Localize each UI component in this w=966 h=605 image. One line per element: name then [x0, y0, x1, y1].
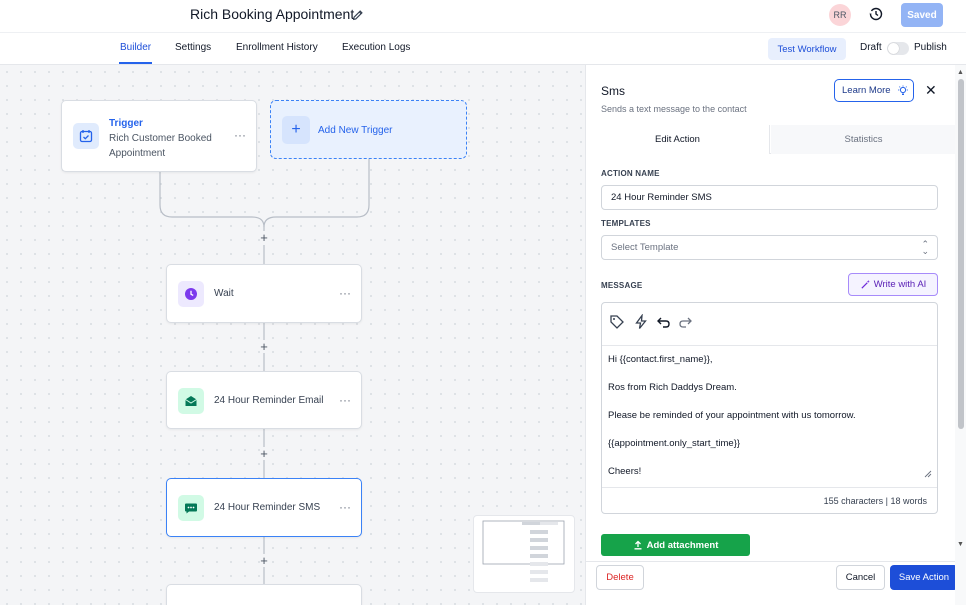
scrollbar-thumb[interactable]	[958, 79, 964, 429]
tab-statistics[interactable]: Statistics	[771, 125, 956, 154]
node-menu-icon[interactable]: ···	[339, 286, 351, 300]
step-node-next[interactable]	[166, 584, 362, 605]
close-icon[interactable]: ✕	[925, 82, 937, 99]
minimap-preview	[482, 520, 565, 582]
panel-subtitle: Sends a text message to the contact	[601, 104, 747, 114]
scroll-up-icon[interactable]: ▲	[957, 69, 964, 76]
action-name-label: ACTION NAME	[601, 169, 660, 178]
publish-label: Publish	[914, 42, 947, 53]
calendar-check-icon	[73, 123, 99, 149]
minimap[interactable]	[473, 515, 575, 593]
top-bar: Rich Booking Appointment RR Saved	[0, 0, 966, 32]
action-panel: Sms Sends a text message to the contact …	[585, 65, 958, 605]
publish-toggle[interactable]	[887, 42, 909, 55]
avatar[interactable]: RR	[829, 4, 851, 26]
node-menu-icon[interactable]: ···	[234, 128, 246, 142]
message-line: Hi {{contact.first_name}},	[608, 354, 713, 365]
step-node-email[interactable]: 24 Hour Reminder Email ···	[166, 371, 362, 429]
tag-icon[interactable]	[609, 314, 625, 330]
undo-icon[interactable]	[656, 314, 672, 330]
message-line: Please be reminded of your appointment w…	[608, 410, 856, 421]
write-with-ai-button[interactable]: Write with AI	[848, 273, 938, 296]
learn-more-label: Learn More	[842, 85, 891, 96]
draft-label: Draft	[860, 42, 882, 53]
trigger-title: Trigger	[109, 118, 143, 129]
message-label: MESSAGE	[601, 281, 643, 290]
test-workflow-button[interactable]: Test Workflow	[768, 38, 846, 60]
template-select[interactable]: Select Template ⌃ ⌄	[601, 235, 938, 260]
save-action-button[interactable]: Save Action	[890, 565, 958, 590]
write-with-ai-label: Write with AI	[873, 279, 927, 290]
step-label: 24 Hour Reminder Email	[214, 395, 324, 406]
saved-button[interactable]: Saved	[901, 3, 943, 27]
character-count: 155 characters | 18 words	[823, 496, 927, 506]
panel-title: Sms	[601, 84, 625, 98]
workflow-title: Rich Booking Appointment	[190, 6, 355, 22]
tab-settings[interactable]: Settings	[175, 42, 211, 53]
scroll-down-icon[interactable]: ▼	[957, 541, 964, 548]
editor-toolbar	[602, 303, 937, 346]
pencil-icon[interactable]	[351, 8, 365, 22]
node-menu-icon[interactable]: ···	[339, 500, 351, 514]
step-node-sms-selected[interactable]: 24 Hour Reminder SMS ···	[166, 478, 362, 537]
redo-icon[interactable]	[677, 314, 693, 330]
upload-icon	[634, 540, 642, 550]
clock-icon	[178, 281, 204, 307]
learn-more-button[interactable]: Learn More	[834, 79, 914, 102]
sms-icon	[178, 495, 204, 521]
plus-icon: +	[282, 116, 310, 144]
active-tab-indicator	[119, 62, 152, 64]
add-new-trigger[interactable]: + Add New Trigger	[270, 100, 467, 159]
add-step-plus[interactable]: +	[258, 446, 270, 461]
add-attachment-button[interactable]: Add attachment	[601, 534, 750, 556]
history-icon[interactable]	[868, 6, 884, 22]
step-node-wait[interactable]: Wait ···	[166, 264, 362, 323]
tab-edit-action[interactable]: Edit Action	[586, 125, 770, 154]
panel-footer: Delete Cancel Save Action	[586, 561, 958, 605]
workflow-nav: Builder Settings Enrollment History Exec…	[0, 32, 966, 65]
add-attachment-label: Add attachment	[646, 539, 719, 551]
delete-button[interactable]: Delete	[596, 565, 644, 590]
tab-enrollment-history[interactable]: Enrollment History	[236, 42, 318, 53]
resize-handle-icon[interactable]	[924, 470, 932, 478]
email-icon	[178, 388, 204, 414]
lightning-icon[interactable]	[633, 314, 649, 330]
add-step-plus[interactable]: +	[258, 553, 270, 568]
add-step-plus[interactable]: +	[258, 339, 270, 354]
add-trigger-label: Add New Trigger	[318, 125, 393, 136]
panel-scrollbar[interactable]: ▲ ▼	[955, 65, 966, 605]
trigger-node[interactable]: Trigger Rich Customer Booked Appointment…	[61, 100, 257, 172]
chevron-up-down-icon: ⌃ ⌄	[921, 239, 929, 256]
templates-label: TEMPLATES	[601, 219, 651, 228]
add-step-plus[interactable]: +	[258, 230, 270, 245]
tab-execution-logs[interactable]: Execution Logs	[342, 42, 410, 53]
message-editor[interactable]: Hi {{contact.first_name}}, Ros from Rich…	[601, 302, 938, 514]
trigger-subtitle: Rich Customer Booked Appointment	[109, 133, 212, 159]
message-line: {{appointment.only_start_time}}	[608, 438, 741, 449]
message-line: Cheers!	[608, 466, 642, 477]
cancel-button[interactable]: Cancel	[836, 565, 885, 590]
lightbulb-icon	[897, 85, 908, 95]
action-name-input[interactable]: 24 Hour Reminder SMS	[601, 185, 938, 210]
magic-wand-icon	[861, 279, 870, 289]
step-label: 24 Hour Reminder SMS	[214, 502, 321, 513]
workflow-canvas[interactable]: + + + + Trigger Rich Customer Booked App…	[0, 65, 585, 605]
message-line: Ros from Rich Daddys Dream.	[608, 382, 737, 393]
editor-footer: 155 characters | 18 words	[602, 487, 937, 514]
tab-builder[interactable]: Builder	[120, 42, 151, 53]
node-menu-icon[interactable]: ···	[339, 393, 351, 407]
panel-tabs: Edit Action Statistics	[586, 125, 956, 154]
step-label: Wait	[214, 288, 234, 299]
template-select-placeholder: Select Template	[611, 242, 679, 253]
